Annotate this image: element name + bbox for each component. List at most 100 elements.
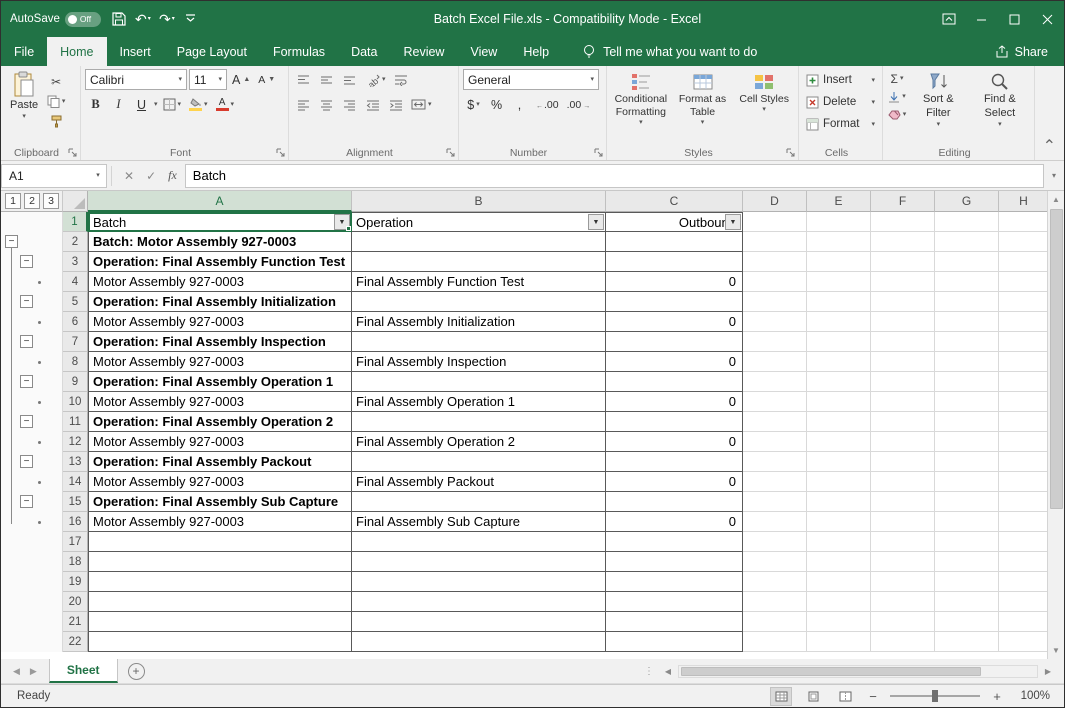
cell-A20[interactable] bbox=[88, 592, 352, 612]
cell-G2[interactable] bbox=[935, 232, 999, 252]
row-header-14[interactable]: 14 bbox=[63, 472, 88, 492]
expand-formula-bar-icon[interactable]: ▾ bbox=[1044, 171, 1064, 180]
cell-E18[interactable] bbox=[807, 552, 871, 572]
outline-level-2-button[interactable]: 2 bbox=[24, 193, 40, 209]
cell-G20[interactable] bbox=[935, 592, 999, 612]
cell-H22[interactable] bbox=[999, 632, 1049, 652]
cell-D17[interactable] bbox=[743, 532, 807, 552]
row-header-16[interactable]: 16 bbox=[63, 512, 88, 532]
cell-C8[interactable]: 0 bbox=[606, 352, 743, 372]
cell-styles-button[interactable]: Cell Styles ▾ bbox=[734, 69, 794, 113]
redo-button[interactable]: ↷▾ bbox=[155, 6, 179, 32]
number-format-dropdown-icon[interactable]: ▾ bbox=[586, 76, 594, 83]
font-name-combo[interactable]: Calibri ▾ bbox=[85, 69, 187, 90]
cell-C4[interactable]: 0 bbox=[606, 272, 743, 292]
filter-button-C1[interactable]: ▼ bbox=[725, 214, 741, 230]
cell-C18[interactable] bbox=[606, 552, 743, 572]
cell-C2[interactable] bbox=[606, 232, 743, 252]
cell-G1[interactable] bbox=[935, 212, 999, 232]
cell-A21[interactable] bbox=[88, 612, 352, 632]
cell-E11[interactable] bbox=[807, 412, 871, 432]
number-dialog-launcher[interactable] bbox=[594, 148, 603, 157]
cell-D12[interactable] bbox=[743, 432, 807, 452]
cell-C21[interactable] bbox=[606, 612, 743, 632]
cell-F15[interactable] bbox=[871, 492, 935, 512]
zoom-level[interactable]: 100% bbox=[1014, 690, 1050, 702]
cell-C7[interactable] bbox=[606, 332, 743, 352]
cell-E1[interactable] bbox=[807, 212, 871, 232]
cell-F1[interactable] bbox=[871, 212, 935, 232]
cell-D21[interactable] bbox=[743, 612, 807, 632]
delete-cells-button[interactable]: Delete ▾ bbox=[803, 91, 878, 113]
cell-F10[interactable] bbox=[871, 392, 935, 412]
font-name-dropdown-icon[interactable]: ▾ bbox=[174, 76, 182, 83]
cell-D5[interactable] bbox=[743, 292, 807, 312]
cell-B5[interactable] bbox=[352, 292, 606, 312]
collapse-group-level1-button[interactable]: − bbox=[5, 235, 18, 248]
cell-G5[interactable] bbox=[935, 292, 999, 312]
column-header-E[interactable]: E bbox=[807, 191, 871, 212]
ribbon-display-options-button[interactable] bbox=[932, 1, 965, 37]
zoom-slider[interactable] bbox=[890, 695, 980, 697]
sort-filter-dropdown-icon[interactable]: ▾ bbox=[937, 121, 941, 128]
cell-A17[interactable] bbox=[88, 532, 352, 552]
cell-F18[interactable] bbox=[871, 552, 935, 572]
column-header-C[interactable]: C bbox=[606, 191, 743, 212]
cell-styles-dropdown-icon[interactable]: ▾ bbox=[762, 106, 766, 113]
column-header-F[interactable]: F bbox=[871, 191, 935, 212]
cell-B4[interactable]: Final Assembly Function Test bbox=[352, 272, 606, 292]
cell-G4[interactable] bbox=[935, 272, 999, 292]
cell-H13[interactable] bbox=[999, 452, 1049, 472]
normal-view-button[interactable] bbox=[770, 687, 792, 706]
row-header-20[interactable]: 20 bbox=[63, 592, 88, 612]
cell-H16[interactable] bbox=[999, 512, 1049, 532]
page-break-view-button[interactable] bbox=[834, 687, 856, 706]
cell-B22[interactable] bbox=[352, 632, 606, 652]
scroll-right-icon[interactable]: ▶ bbox=[1040, 667, 1056, 676]
column-header-A[interactable]: A bbox=[88, 191, 352, 212]
name-box[interactable]: A1 ▾ bbox=[1, 164, 107, 188]
cell-E15[interactable] bbox=[807, 492, 871, 512]
cell-A5[interactable]: Operation: Final Assembly Initialization bbox=[88, 292, 352, 312]
merge-center-button[interactable]: ▾ bbox=[408, 94, 435, 115]
collapse-group-row-11-button[interactable]: − bbox=[20, 415, 33, 428]
insert-dropdown-icon[interactable]: ▾ bbox=[871, 77, 875, 84]
tab-page-layout[interactable]: Page Layout bbox=[164, 37, 260, 66]
wrap-text-button[interactable] bbox=[391, 69, 412, 90]
vertical-scroll-thumb[interactable] bbox=[1050, 209, 1063, 509]
conditional-formatting-dropdown-icon[interactable]: ▾ bbox=[639, 119, 643, 126]
cell-F3[interactable] bbox=[871, 252, 935, 272]
sort-filter-button[interactable]: Sort & Filter ▾ bbox=[911, 69, 966, 130]
cancel-entry-icon[interactable]: ✕ bbox=[124, 169, 134, 183]
cell-B16[interactable]: Final Assembly Sub Capture bbox=[352, 512, 606, 532]
cell-C19[interactable] bbox=[606, 572, 743, 592]
cell-F19[interactable] bbox=[871, 572, 935, 592]
cell-B19[interactable] bbox=[352, 572, 606, 592]
cell-F11[interactable] bbox=[871, 412, 935, 432]
tell-me-box[interactable]: Tell me what you want to do bbox=[582, 37, 757, 66]
collapse-group-row-13-button[interactable]: − bbox=[20, 455, 33, 468]
cell-H3[interactable] bbox=[999, 252, 1049, 272]
collapse-group-row-9-button[interactable]: − bbox=[20, 375, 33, 388]
cell-H7[interactable] bbox=[999, 332, 1049, 352]
cell-E17[interactable] bbox=[807, 532, 871, 552]
cell-B7[interactable] bbox=[352, 332, 606, 352]
cell-H15[interactable] bbox=[999, 492, 1049, 512]
tab-data[interactable]: Data bbox=[338, 37, 390, 66]
underline-button[interactable]: U bbox=[131, 94, 152, 115]
cell-C17[interactable] bbox=[606, 532, 743, 552]
clear-dropdown-icon[interactable]: ▾ bbox=[903, 111, 907, 118]
cell-H12[interactable] bbox=[999, 432, 1049, 452]
cell-F22[interactable] bbox=[871, 632, 935, 652]
undo-dropdown-icon[interactable]: ▾ bbox=[148, 16, 151, 22]
cell-E14[interactable] bbox=[807, 472, 871, 492]
row-header-2[interactable]: 2 bbox=[63, 232, 88, 252]
zoom-in-icon[interactable]: + bbox=[990, 689, 1004, 704]
format-dropdown-icon[interactable]: ▾ bbox=[871, 121, 875, 128]
tab-help[interactable]: Help bbox=[510, 37, 562, 66]
cell-F17[interactable] bbox=[871, 532, 935, 552]
cell-H2[interactable] bbox=[999, 232, 1049, 252]
cell-D2[interactable] bbox=[743, 232, 807, 252]
row-header-21[interactable]: 21 bbox=[63, 612, 88, 632]
share-button[interactable]: Share bbox=[995, 37, 1064, 66]
